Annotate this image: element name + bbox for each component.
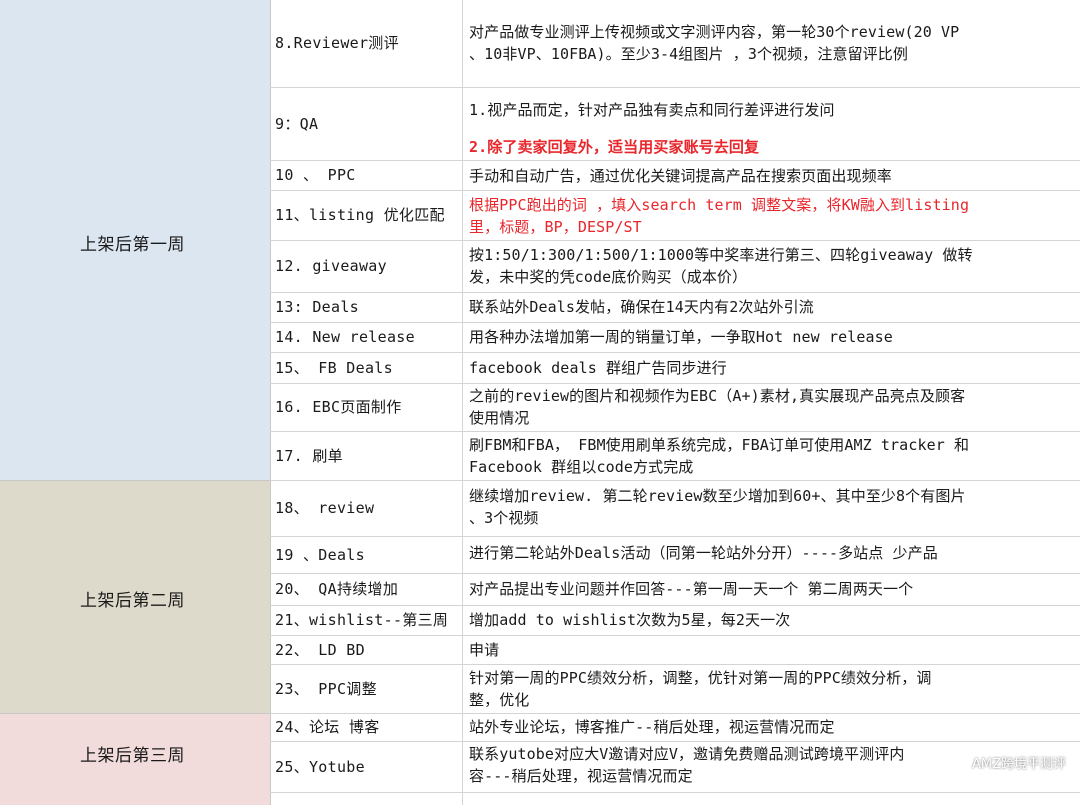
task-cell: 14. New release <box>270 323 463 352</box>
description-cell: 1.视产品而定，针对产品独有卖点和同行差评进行发问 <box>469 101 835 119</box>
task-cell: 22、 LD BD <box>270 636 463 664</box>
task-cell: 17. 刷单 <box>270 432 463 480</box>
description-cell: 联系站外Deals发帖，确保在14天内有2次站外引流 <box>469 298 814 316</box>
description-cell: 手动和自动广告，通过优化关键词提高产品在搜索页面出现频率 <box>469 167 892 185</box>
table-row[interactable]: 18、 review 继续增加review. 第二轮review数至少增加到60… <box>270 481 1080 537</box>
stage-week2-label: 上架后第二周 <box>80 591 185 611</box>
task-cell: 16. EBC页面制作 <box>270 384 463 431</box>
stage-week3-cell[interactable]: 上架后第三周 <box>0 714 271 805</box>
watermark: AMZ跨境平测评 <box>971 757 1066 772</box>
description-cell: 申请 <box>469 641 500 659</box>
task-cell: 23、 PPC调整 <box>270 665 463 713</box>
table-row[interactable]: 19 、Deals 进行第二轮站外Deals活动（同第一轮站外分开）----多站… <box>270 537 1080 574</box>
table-row[interactable]: 17. 刷单 刷FBM和FBA， FBM使用刷单系统完成，FBA订单可使用AMZ… <box>270 432 1080 481</box>
description-cell: 站外专业论坛，博客推广--稍后处理，视运营情况而定 <box>469 718 835 736</box>
task-cell: 18、 review <box>270 481 463 536</box>
stage-week3-label: 上架后第三周 <box>80 746 185 766</box>
description-highlight: 2.除了卖家回复外，适当用买家账号去回复 <box>469 138 760 156</box>
task-cell: 11、listing 优化匹配 <box>270 191 463 240</box>
task-cell: 15、 FB Deals <box>270 353 463 383</box>
stage-week1-label: 上架后第一周 <box>80 235 185 255</box>
task-cell: 21、wishlist--第三周 <box>270 606 463 635</box>
description-cell: 对产品做专业测评上传视频或文字测评内容，第一轮30个review(20 VP 、… <box>469 23 960 63</box>
description-cell: 进行第二轮站外Deals活动（同第一轮站外分开）----多站点 少产品 <box>469 544 938 562</box>
task-cell: 25、Yotube <box>270 742 463 792</box>
task-cell <box>270 793 463 805</box>
table-row[interactable]: 16. EBC页面制作 之前的review的图片和视频作为EBC（A+)素材,真… <box>270 384 1080 432</box>
table-row[interactable]: 15、 FB Deals facebook deals 群组广告同步进行 <box>270 353 1080 384</box>
table-row[interactable]: 9：QA 1.视产品而定，针对产品独有卖点和同行差评进行发问 2.除了卖家回复外… <box>270 88 1080 161</box>
task-cell: 24、论坛 博客 <box>270 714 463 741</box>
stage-week2-cell[interactable]: 上架后第二周 <box>0 481 271 714</box>
task-cell: 8.Reviewer测评 <box>270 0 463 87</box>
table-row[interactable]: 20、 QA持续增加 对产品提出专业问题并作回答---第一周一天一个 第二周两天… <box>270 574 1080 606</box>
task-cell: 10 、 PPC <box>270 161 463 190</box>
description-cell: 用各种办法增加第一周的销量订单，一争取Hot new release <box>469 328 893 346</box>
description-cell: 刷FBM和FBA， FBM使用刷单系统完成，FBA订单可使用AMZ tracke… <box>469 436 970 476</box>
task-cell: 13: Deals <box>270 293 463 322</box>
table-row[interactable]: 12. giveaway 按1:50/1:300/1:500/1:1000等中奖… <box>270 241 1080 293</box>
table-row[interactable]: 11、listing 优化匹配 根据PPC跑出的词 ，填入search term… <box>270 191 1080 241</box>
description-cell: 针对第一周的PPC绩效分析，调整，优针对第一周的PPC绩效分析，调 整，优化 <box>469 669 932 709</box>
task-cell: 20、 QA持续增加 <box>270 574 463 605</box>
task-cell: 9：QA <box>270 88 463 160</box>
table-row[interactable]: 24、论坛 博客 站外专业论坛，博客推广--稍后处理，视运营情况而定 <box>270 714 1080 742</box>
table-row[interactable]: 22、 LD BD 申请 <box>270 636 1080 665</box>
table-row[interactable]: 23、 PPC调整 针对第一周的PPC绩效分析，调整，优针对第一周的PPC绩效分… <box>270 665 1080 714</box>
description-cell: 之前的review的图片和视频作为EBC（A+)素材,真实展现产品亮点及顾客 使… <box>469 387 966 427</box>
description-cell: 根据PPC跑出的词 ，填入search term 调整文案，将KW融入到list… <box>469 196 970 236</box>
task-cell: 19 、Deals <box>270 537 463 573</box>
description-cell: 对产品提出专业问题并作回答---第一周一天一个 第二周两天一个 <box>469 580 914 598</box>
description-cell: 按1:50/1:300/1:500/1:1000等中奖率进行第三、四轮givea… <box>469 246 973 286</box>
table-row[interactable]: 21、wishlist--第三周 增加add to wishlist次数为5星，… <box>270 606 1080 636</box>
table-row[interactable]: 10 、 PPC 手动和自动广告，通过优化关键词提高产品在搜索页面出现频率 <box>270 161 1080 191</box>
description-cell: 增加add to wishlist次数为5星，每2天一次 <box>469 611 791 629</box>
table-row[interactable]: 25、Yotube 联系yutobe对应大V邀请对应V，邀请免费赠品测试跨境平测… <box>270 742 1080 793</box>
description-cell: 继续增加review. 第二轮review数至少增加到60+、其中至少8个有图片… <box>469 487 966 527</box>
table-row-empty[interactable] <box>270 793 1080 805</box>
description-cell: facebook deals 群组广告同步进行 <box>469 359 727 377</box>
table-row[interactable]: 14. New release 用各种办法增加第一周的销量订单，一争取Hot n… <box>270 323 1080 353</box>
stage-week1-cell[interactable]: 上架后第一周 <box>0 0 271 481</box>
table-row[interactable]: 8.Reviewer测评 对产品做专业测评上传视频或文字测评内容，第一轮30个r… <box>270 0 1080 88</box>
table-row[interactable]: 13: Deals 联系站外Deals发帖，确保在14天内有2次站外引流 <box>270 293 1080 323</box>
task-cell: 12. giveaway <box>270 241 463 292</box>
spreadsheet: 上架后第一周 上架后第二周 上架后第三周 8.Reviewer测评 对产品做专业… <box>0 0 1080 805</box>
